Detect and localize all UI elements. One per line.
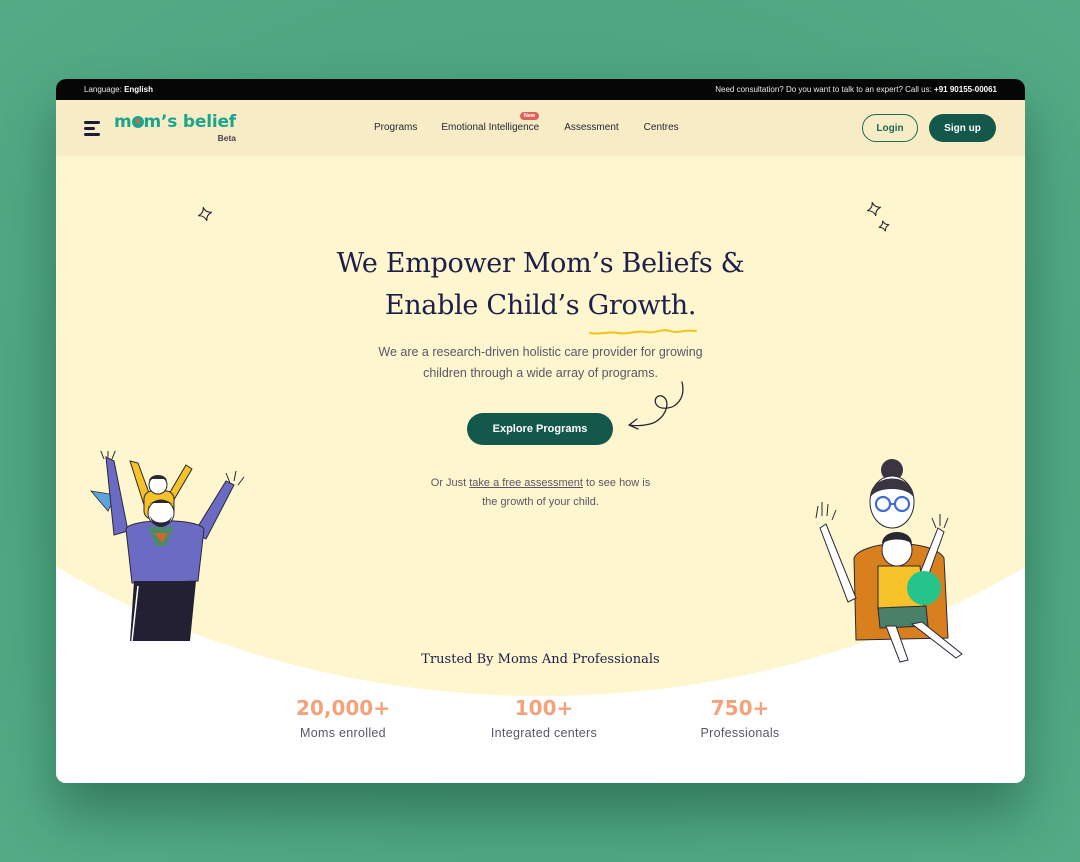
- sparkle-icon: [197, 206, 213, 222]
- main-navbar: m m’s belief Beta Programs Emotional Inte…: [56, 100, 1025, 156]
- logo-mother-child-icon: [131, 116, 144, 128]
- logo-wordmark: m m’s belief: [114, 112, 237, 132]
- stat-value: 100+: [514, 696, 574, 720]
- nav-menu: Programs Emotional Intelligence New Asse…: [374, 112, 679, 133]
- language-label: Language:: [84, 85, 122, 94]
- hero-title-line-2: Enable Child’s Growth.: [384, 290, 697, 321]
- browser-frame: Language: English Need consultation? Do …: [56, 79, 1025, 783]
- nav-item-centres[interactable]: Centres: [644, 122, 679, 133]
- stat-label: Professionals: [700, 726, 780, 740]
- consultation-info: Need consultation? Do you want to talk t…: [715, 85, 997, 94]
- stat-label: Moms enrolled: [300, 726, 386, 740]
- father-child-illustration: [89, 451, 245, 641]
- logo-beta-badge: Beta: [217, 133, 237, 143]
- signup-button[interactable]: Sign up: [929, 114, 996, 142]
- sparkle-icon: [878, 220, 890, 232]
- login-button[interactable]: Login: [862, 114, 918, 142]
- trust-heading: Trusted By Moms And Professionals: [421, 652, 660, 667]
- nav-item-programs[interactable]: Programs: [374, 122, 417, 133]
- nav-item-assessment[interactable]: Assessment: [564, 122, 618, 133]
- stat-value: 750+: [710, 696, 770, 720]
- hero-section: We Empower Mom’s Beliefs & Enable Child’…: [56, 156, 1025, 783]
- top-info-bar: Language: English Need consultation? Do …: [56, 79, 1025, 100]
- curly-arrow-icon: [628, 381, 684, 430]
- stat-label: Integrated centers: [490, 726, 598, 740]
- stat-professionals: 750+ Professionals: [650, 696, 830, 740]
- nav-item-emotional-intelligence[interactable]: Emotional Intelligence New: [441, 112, 540, 133]
- language-selector[interactable]: Language: English: [84, 85, 153, 94]
- hamburger-menu-icon[interactable]: [84, 121, 102, 137]
- hero-title-line-1: We Empower Mom’s Beliefs &: [336, 248, 745, 279]
- sparkle-icon: [866, 201, 882, 217]
- explore-programs-button[interactable]: Explore Programs: [467, 413, 613, 445]
- stat-integrated-centers: 100+ Integrated centers: [454, 696, 634, 740]
- brand-logo[interactable]: m m’s belief Beta: [114, 112, 237, 143]
- language-value[interactable]: English: [124, 85, 153, 94]
- hero-subtitle: We are a research-driven holistic care p…: [378, 345, 703, 380]
- stat-value: 20,000+: [296, 696, 390, 720]
- consultation-text: Need consultation? Do you want to talk t…: [715, 85, 932, 94]
- mother-child-illustration: [815, 459, 963, 663]
- phone-number[interactable]: +91 90155-00061: [934, 85, 997, 94]
- stat-moms-enrolled: 20,000+ Moms enrolled: [253, 696, 433, 740]
- nav-item-label: Emotional Intelligence: [441, 122, 540, 133]
- new-badge: New: [519, 112, 540, 120]
- free-assessment-link[interactable]: take a free assessment: [469, 477, 583, 489]
- squiggle-underline-icon: [589, 329, 697, 335]
